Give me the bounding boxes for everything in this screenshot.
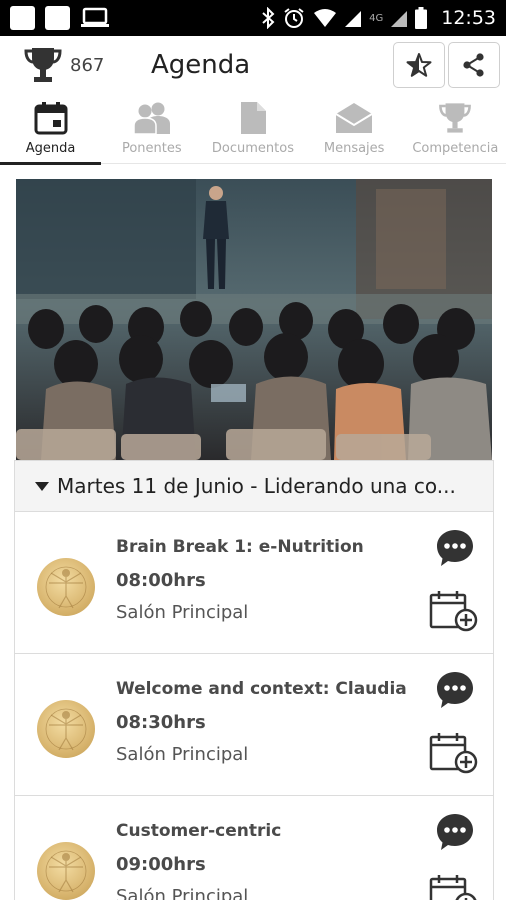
share-icon	[463, 53, 484, 77]
bluetooth-icon	[262, 7, 275, 29]
day-title: Martes 11 de Junio - Liderando una co...	[57, 474, 456, 498]
tab-label: Documentos	[211, 141, 294, 156]
battery-icon	[415, 7, 428, 29]
session-item[interactable]: Brain Break 1: e-Nutrition 08:00hrs Saló…	[14, 512, 494, 654]
session-title: Brain Break 1: e-Nutrition	[116, 537, 364, 557]
tab-label: Agenda	[25, 141, 76, 156]
signal-icon	[345, 11, 362, 27]
tab-label: Competencia	[412, 141, 499, 156]
tab-bar: Agenda Ponentes Documentos Mensajes Comp…	[0, 94, 506, 165]
wifi-icon	[314, 9, 337, 27]
add-to-calendar-icon[interactable]	[429, 874, 479, 900]
session-title: Customer-centric	[116, 821, 282, 841]
star-icon	[406, 53, 432, 77]
document-icon	[240, 102, 266, 134]
session-room: Salón Principal	[116, 602, 249, 623]
session-time: 08:00hrs	[116, 570, 206, 591]
session-room: Salón Principal	[116, 744, 249, 765]
session-item[interactable]: Welcome and context: Claudia 08:30hrs Sa…	[14, 654, 494, 796]
add-to-calendar-icon[interactable]	[429, 732, 479, 774]
agenda-content: Martes 11 de Junio - Liderando una co...…	[14, 179, 494, 900]
app-header: 867 Agenda	[0, 36, 506, 94]
tab-mensajes[interactable]: Mensajes	[304, 94, 405, 164]
trophy-icon	[24, 48, 62, 82]
session-avatar	[37, 700, 95, 758]
tab-documentos[interactable]: Documentos	[202, 94, 303, 164]
chat-icon[interactable]	[435, 528, 475, 568]
caret-down-icon	[35, 481, 49, 491]
tab-label: Ponentes	[121, 141, 182, 156]
vitruvian-man-icon	[45, 850, 87, 893]
clock: 12:53	[441, 7, 496, 29]
trophy-icon	[439, 103, 472, 133]
vitruvian-man-icon	[45, 708, 87, 751]
chat-icon[interactable]	[435, 670, 475, 710]
alarm-icon	[284, 8, 304, 28]
tab-competencia[interactable]: Competencia	[405, 94, 506, 164]
session-avatar	[37, 842, 95, 900]
session-avatar	[37, 558, 95, 616]
calendar-icon	[34, 102, 68, 135]
tab-ponentes[interactable]: Ponentes	[101, 94, 202, 164]
signal-icon	[391, 11, 408, 27]
status-bar: 4G 12:53	[0, 0, 506, 36]
notification-icons	[10, 6, 110, 30]
notification-icon	[45, 6, 70, 30]
event-banner-image	[16, 179, 492, 460]
network-type: 4G	[369, 12, 384, 24]
tab-label: Mensajes	[323, 141, 385, 156]
points-indicator[interactable]: 867	[22, 44, 104, 86]
vitruvian-man-icon	[45, 566, 87, 609]
share-button[interactable]	[448, 42, 500, 88]
laptop-icon	[81, 7, 109, 27]
session-title: Welcome and context: Claudia	[116, 679, 407, 699]
day-section-header[interactable]: Martes 11 de Junio - Liderando una co...	[14, 460, 494, 512]
session-room: Salón Principal	[116, 886, 249, 900]
tab-agenda[interactable]: Agenda	[0, 94, 102, 165]
session-time: 09:00hrs	[116, 854, 206, 875]
add-to-calendar-icon[interactable]	[429, 590, 479, 632]
envelope-icon	[335, 103, 373, 133]
session-time: 08:30hrs	[116, 712, 206, 733]
points-count: 867	[70, 54, 105, 76]
session-item[interactable]: Customer-centric 09:00hrs Salón Principa…	[14, 796, 494, 900]
page-title: Agenda	[151, 50, 251, 80]
notification-icon	[10, 6, 35, 30]
chat-icon[interactable]	[435, 812, 475, 852]
favorites-button[interactable]	[393, 42, 445, 88]
people-icon	[133, 102, 170, 135]
